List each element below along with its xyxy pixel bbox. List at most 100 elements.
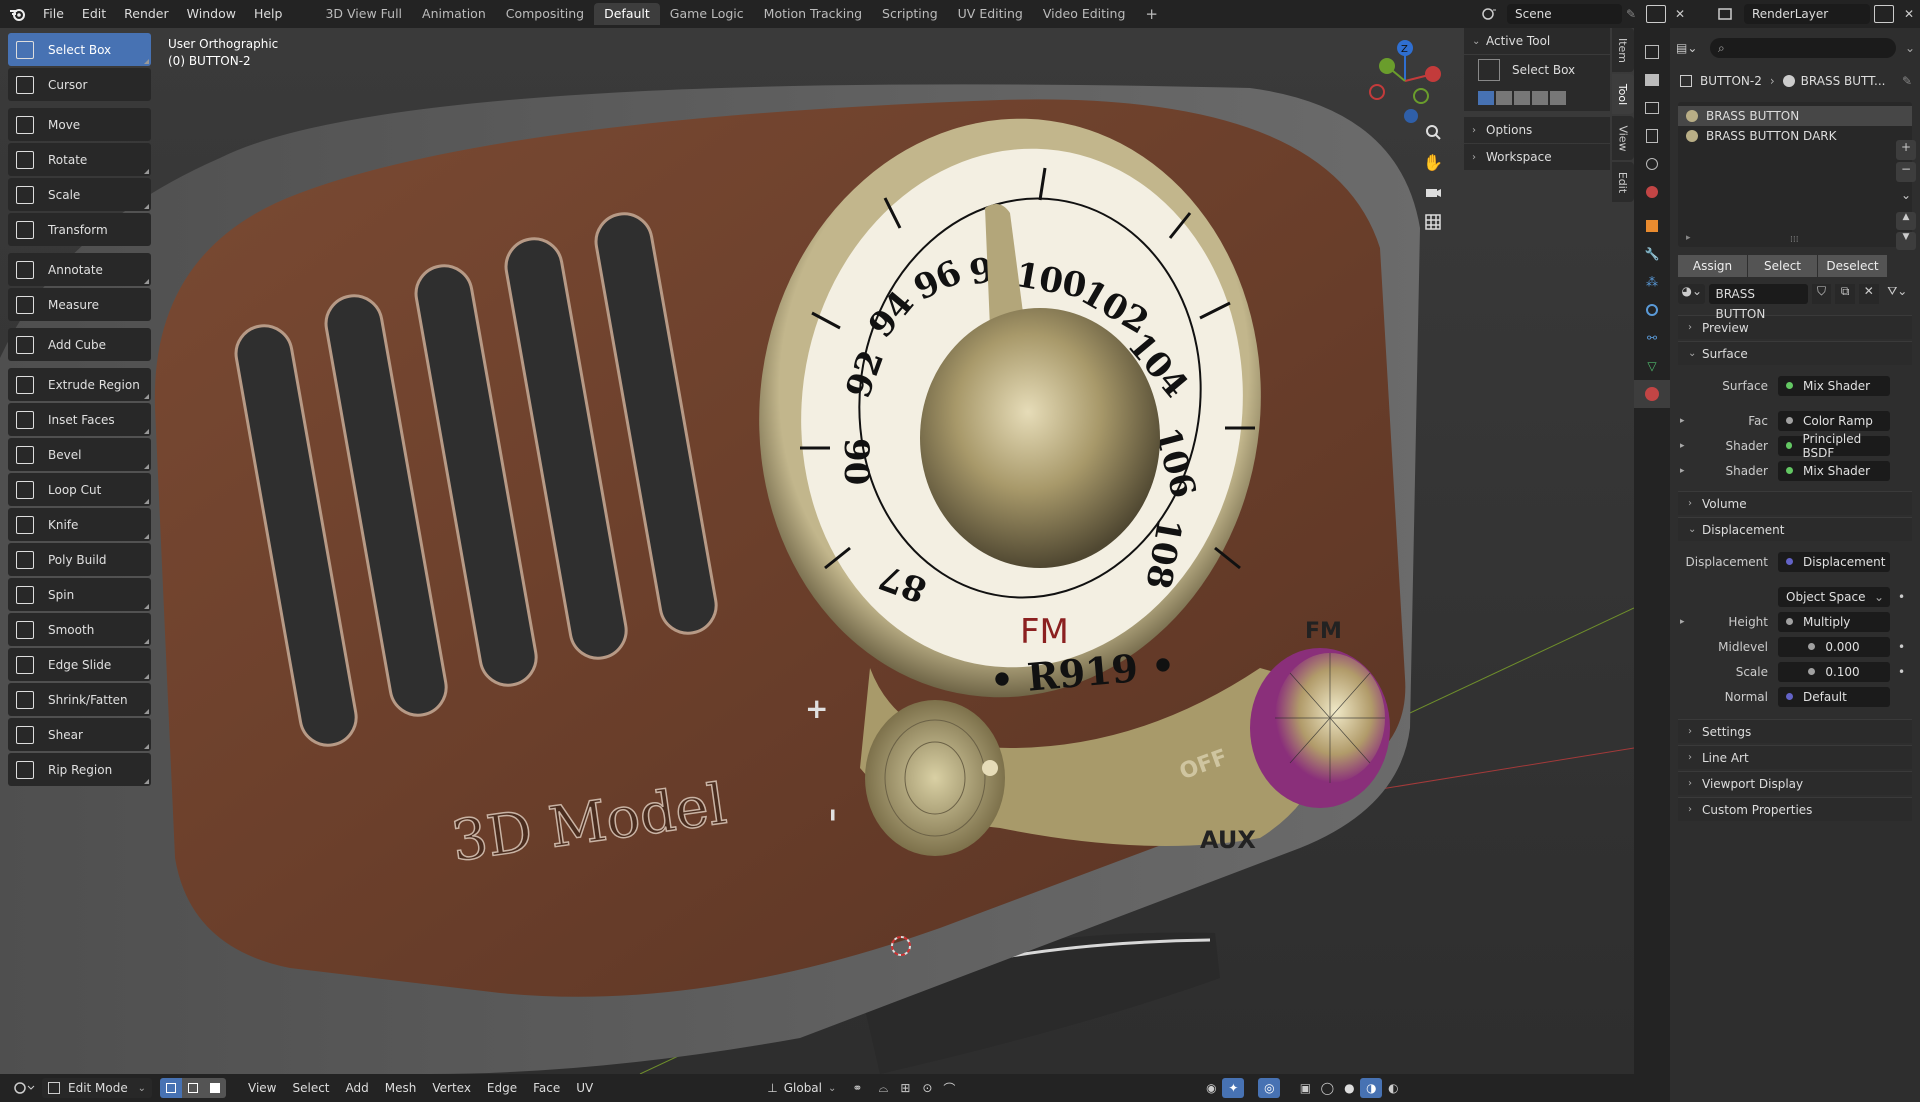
modifier-properties-icon[interactable]: 🔧	[1634, 240, 1670, 268]
section-volume[interactable]: › Volume	[1678, 491, 1912, 515]
fake-user-icon[interactable]: ⛉	[1811, 284, 1832, 304]
select-mode-buttons[interactable]	[1464, 85, 1610, 111]
mode-select[interactable]: Edit Mode ⌄	[42, 1078, 152, 1098]
keyframe-dot-icon[interactable]: •	[1898, 640, 1905, 654]
tool-edge-slide[interactable]: Edge Slide	[8, 648, 151, 681]
add-workspace-icon[interactable]: +	[1135, 3, 1168, 25]
tool-select-box[interactable]: Select Box	[8, 33, 151, 66]
tool-bevel[interactable]: Bevel	[8, 438, 151, 471]
section-line-art[interactable]: › Line Art	[1678, 745, 1912, 769]
delete-scene-icon[interactable]: ✕	[1670, 7, 1690, 21]
tool-cursor[interactable]: Cursor	[8, 68, 151, 101]
shading-solid-icon[interactable]: ●	[1338, 1078, 1360, 1098]
section-viewport-display[interactable]: › Viewport Display	[1678, 771, 1912, 795]
output-properties-icon[interactable]	[1634, 94, 1670, 122]
tool-loop-cut[interactable]: Loop Cut	[8, 473, 151, 506]
tool-rotate[interactable]: Rotate	[8, 143, 151, 176]
scene-browse-icon[interactable]	[1475, 4, 1503, 24]
menu-file[interactable]: File	[34, 0, 73, 28]
data-properties-icon[interactable]: ▽	[1634, 352, 1670, 380]
select-new-icon[interactable]	[1478, 91, 1494, 105]
section-settings[interactable]: › Settings	[1678, 719, 1912, 743]
section-surface[interactable]: ⌄ Surface	[1678, 341, 1912, 365]
tab-tool[interactable]: Tool	[1612, 74, 1634, 114]
zoom-icon[interactable]	[1418, 118, 1448, 146]
tool-poly-build[interactable]: Poly Build	[8, 543, 151, 576]
deselect-button[interactable]: Deselect	[1818, 255, 1887, 277]
select-button[interactable]: Select	[1748, 255, 1817, 277]
workspace-header[interactable]: › Workspace	[1464, 144, 1610, 170]
property-value-field[interactable]: Principled BSDF	[1778, 432, 1890, 460]
tool-measure[interactable]: Measure	[8, 288, 151, 321]
transform-orientation-select[interactable]: ⊥ Global ⌄	[761, 1081, 842, 1095]
xray-toggle-icon[interactable]: ▣	[1294, 1078, 1316, 1098]
material-properties-icon[interactable]	[1634, 380, 1670, 408]
tool-smooth[interactable]: Smooth	[8, 613, 151, 646]
tab-game-logic[interactable]: Game Logic	[660, 3, 754, 25]
unlink-material-icon[interactable]: ✕	[1858, 284, 1879, 304]
tool-annotate[interactable]: Annotate	[8, 253, 151, 286]
tool-rip-region[interactable]: Rip Region	[8, 753, 151, 786]
view-layer-field[interactable]: RenderLayer	[1744, 4, 1870, 24]
3d-viewport[interactable]: 87 90 92 94 96 9 100 102 104 106 108 FM …	[0, 28, 1634, 1074]
options-header[interactable]: › Options	[1464, 117, 1610, 143]
shading-rendered-icon[interactable]: ◐	[1382, 1078, 1404, 1098]
section-displacement[interactable]: ⌄ Displacement	[1678, 517, 1912, 541]
tool-add-cube[interactable]: Add Cube	[8, 328, 151, 361]
menu-render[interactable]: Render	[115, 0, 178, 28]
falloff-icon[interactable]: ⌒	[938, 1078, 960, 1098]
expand-arrow-icon[interactable]: ▸	[1670, 466, 1685, 476]
select-intersect-icon[interactable]	[1550, 91, 1566, 105]
view-layer-properties-icon[interactable]	[1634, 122, 1670, 150]
tab-video-editing[interactable]: Video Editing	[1033, 3, 1136, 25]
blender-logo-icon[interactable]	[0, 0, 34, 28]
section-preview[interactable]: › Preview	[1678, 315, 1912, 339]
tab-default[interactable]: Default	[594, 3, 660, 25]
tool-knife[interactable]: Knife	[8, 508, 151, 541]
menu-face[interactable]: Face	[525, 1081, 568, 1095]
expand-arrow-icon[interactable]: ▸	[1670, 617, 1685, 627]
select-extend-icon[interactable]	[1496, 91, 1512, 105]
property-value-field[interactable]: Mix Shader	[1778, 375, 1890, 396]
tab-edit[interactable]: Edit	[1612, 162, 1634, 202]
duplicate-material-icon[interactable]: ⧉	[1835, 284, 1855, 304]
tool-inset-faces[interactable]: Inset Faces	[8, 403, 151, 436]
overlay-toggle-icon[interactable]: ◎	[1258, 1078, 1281, 1098]
add-slot-icon[interactable]: +	[1896, 140, 1916, 160]
expand-arrow-icon[interactable]: ▸	[1670, 441, 1685, 451]
physics-properties-icon[interactable]	[1634, 296, 1670, 324]
move-slot-down-icon[interactable]: ▼	[1896, 232, 1916, 250]
tab-scripting[interactable]: Scripting	[872, 3, 948, 25]
shading-wireframe-icon[interactable]: ◯	[1316, 1078, 1338, 1098]
editor-type-icon[interactable]	[6, 1078, 42, 1098]
property-value-field[interactable]: Mix Shader	[1778, 460, 1890, 481]
select-invert-icon[interactable]	[1532, 91, 1548, 105]
expand-arrow-icon[interactable]: ▸	[1670, 416, 1685, 426]
options-chevron-icon[interactable]: ⌄	[1900, 41, 1920, 55]
browse-material-icon[interactable]: ◕⌄	[1678, 284, 1706, 304]
snap-toggle-icon[interactable]: ⌓	[872, 1078, 894, 1098]
menu-edit[interactable]: Edit	[73, 0, 115, 28]
world-properties-icon[interactable]	[1634, 178, 1670, 206]
menu-add[interactable]: Add	[338, 1081, 377, 1095]
object-properties-icon[interactable]	[1634, 212, 1670, 240]
material-slot-list[interactable]: BRASS BUTTON BRASS BUTTON DARK ▸ ⁞⁞⁞	[1678, 102, 1912, 247]
tab-view[interactable]: View	[1612, 116, 1634, 160]
material-slot-item[interactable]: BRASS BUTTON DARK	[1678, 126, 1912, 146]
assign-button[interactable]: Assign	[1678, 255, 1747, 277]
property-value-field[interactable]: Displacement	[1778, 551, 1890, 572]
remove-slot-icon[interactable]: −	[1896, 162, 1916, 182]
material-slot-item[interactable]: BRASS BUTTON	[1678, 106, 1912, 126]
tool-extrude-region[interactable]: Extrude Region	[8, 368, 151, 401]
tool-shear[interactable]: Shear	[8, 718, 151, 751]
tool-properties-icon[interactable]	[1634, 38, 1670, 66]
snap-target-icon[interactable]: ⊞	[894, 1078, 916, 1098]
gizmo-toggle-icon[interactable]: ✦	[1222, 1078, 1245, 1098]
expand-list-icon[interactable]: ▸	[1686, 233, 1691, 243]
resize-handle-icon[interactable]: ⁞⁞⁞	[1790, 235, 1799, 245]
menu-uv[interactable]: UV	[568, 1081, 601, 1095]
property-value-field[interactable]: 0.100	[1778, 661, 1890, 682]
tool-scale[interactable]: Scale	[8, 178, 151, 211]
visibility-options-icon[interactable]: ◉	[1200, 1078, 1222, 1098]
pin-icon[interactable]: ✎	[1626, 7, 1642, 21]
